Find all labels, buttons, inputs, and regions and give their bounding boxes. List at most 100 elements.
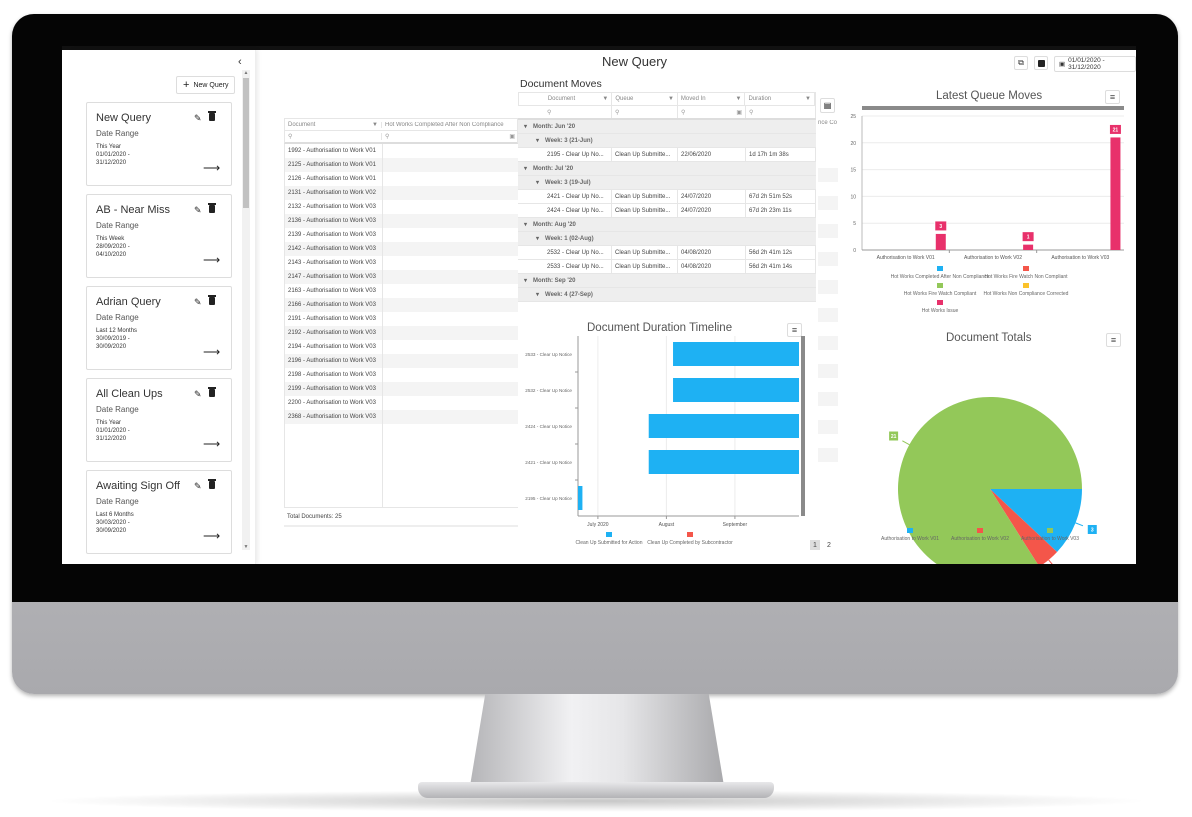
- table-row[interactable]: 2198 - Authorisation to Work V03: [285, 368, 518, 382]
- legend-swatch[interactable]: [977, 528, 983, 533]
- edit-pencil-icon[interactable]: ✎: [194, 481, 202, 492]
- week-group-row[interactable]: ▾ Week: 3 (21-Jun): [518, 134, 816, 148]
- table-row[interactable]: 1992 - Authorisation to Work V01: [285, 144, 518, 158]
- scrollbar-thumb[interactable]: [243, 78, 249, 208]
- expand-caret-icon[interactable]: ▾: [518, 235, 539, 242]
- legend-label[interactable]: Hot Works Fire Watch Compliant: [904, 291, 977, 297]
- month-group-row[interactable]: ▾ Month: Jul '20: [518, 162, 816, 176]
- open-query-arrow-icon[interactable]: ⟶: [203, 161, 220, 175]
- table-row[interactable]: 2424 - Clear Up No... Clean Up Submitte..…: [518, 204, 816, 218]
- delete-trash-icon[interactable]: [208, 295, 216, 305]
- table-row[interactable]: 2132 - Authorisation to Work V03: [285, 200, 518, 214]
- legend-label[interactable]: Hot Works Fire Watch Non Compliant: [984, 274, 1068, 280]
- date-range-button[interactable]: ▣ 01/01/2020 - 31/12/2020: [1054, 56, 1136, 72]
- table-row[interactable]: 2191 - Authorisation to Work V03: [285, 312, 518, 326]
- expand-caret-icon[interactable]: ▾: [518, 179, 539, 186]
- queue-chart-menu-button[interactable]: ≡: [1105, 90, 1120, 104]
- bar[interactable]: [1110, 137, 1121, 250]
- timeline-bar[interactable]: [648, 414, 799, 438]
- edit-pencil-icon[interactable]: ✎: [194, 389, 202, 400]
- save-button[interactable]: [1034, 56, 1048, 70]
- legend-label[interactable]: Clean Up Completed by Subcontractor: [647, 540, 733, 546]
- expand-caret-icon[interactable]: ▾: [518, 137, 539, 144]
- month-group-row[interactable]: ▾ Month: Aug '20: [518, 218, 816, 232]
- week-group-row[interactable]: ▾ Week: 1 (02-Aug): [518, 232, 816, 246]
- table-row[interactable]: 2143 - Authorisation to Work V03: [285, 256, 518, 270]
- legend-label[interactable]: Hot Works Completed After Non Compliance: [891, 274, 990, 280]
- legend-label[interactable]: Authorisation to Work V01: [881, 536, 939, 542]
- column-header-queue[interactable]: Queue ▼: [612, 93, 678, 105]
- delete-trash-icon[interactable]: [208, 387, 216, 397]
- column-header-document[interactable]: Document ▼: [285, 121, 382, 128]
- table-row[interactable]: 2166 - Authorisation to Work V03: [285, 298, 518, 312]
- query-card[interactable]: All Clean Ups Date Range This Year 01/01/20…: [86, 378, 232, 462]
- filter-icon[interactable]: ▼: [668, 96, 674, 102]
- sidebar-scrollbar[interactable]: ▲ ▼: [242, 70, 250, 550]
- open-query-arrow-icon[interactable]: ⟶: [203, 345, 220, 359]
- filter-icon[interactable]: ▼: [372, 122, 378, 128]
- query-card[interactable]: AB - Near Miss Date Range This Week 28/09/2…: [86, 194, 232, 278]
- legend-swatch[interactable]: [606, 532, 612, 537]
- table-row[interactable]: 2147 - Authorisation to Work V03: [285, 270, 518, 284]
- month-group-row[interactable]: ▾ Month: Sep '20: [518, 274, 816, 288]
- legend-swatch[interactable]: [1023, 283, 1029, 288]
- legend-swatch[interactable]: [937, 266, 943, 271]
- table-row[interactable]: 2195 - Clear Up No... Clean Up Submitte..…: [518, 148, 816, 162]
- filter-icon[interactable]: ▼: [736, 96, 742, 102]
- column-header-document[interactable]: Document ▼: [545, 93, 613, 105]
- chart-scrollbar[interactable]: [862, 106, 1124, 110]
- table-row[interactable]: 2142 - Authorisation to Work V03: [285, 242, 518, 256]
- table-row[interactable]: 2196 - Authorisation to Work V03: [285, 354, 518, 368]
- legend-label[interactable]: Clean Up Submitted for Action: [576, 540, 643, 546]
- timeline-bar[interactable]: [673, 378, 799, 402]
- moved-in-filter-input[interactable]: ⚲ ▣: [678, 106, 746, 118]
- bar[interactable]: [1023, 244, 1034, 250]
- scroll-down-icon[interactable]: ▼: [242, 544, 250, 550]
- table-row[interactable]: 2131 - Authorisation to Work V02: [285, 186, 518, 200]
- duration-filter-input[interactable]: ⚲: [746, 106, 816, 118]
- expand-caret-icon[interactable]: ▾: [518, 291, 539, 298]
- new-query-button[interactable]: + New Query: [176, 76, 236, 94]
- expand-caret-icon[interactable]: ▾: [518, 277, 527, 284]
- timeline-chart-menu-button[interactable]: ≡: [787, 323, 802, 337]
- legend-label[interactable]: Hot Works Non Compliance Corrected: [984, 291, 1069, 297]
- legend-swatch[interactable]: [907, 528, 913, 533]
- expand-caret-icon[interactable]: ▾: [518, 165, 527, 172]
- table-row[interactable]: 2533 - Clear Up No... Clean Up Submitte..…: [518, 260, 816, 274]
- chart-scrollbar[interactable]: [801, 336, 805, 516]
- edit-pencil-icon[interactable]: ✎: [194, 113, 202, 124]
- table-row[interactable]: 2194 - Authorisation to Work V03: [285, 340, 518, 354]
- filter-icon[interactable]: ▼: [805, 96, 811, 102]
- legend-swatch[interactable]: [687, 532, 693, 537]
- legend-swatch[interactable]: [937, 283, 943, 288]
- filter-icon[interactable]: ▼: [602, 96, 608, 102]
- export-button[interactable]: ⧉: [1014, 56, 1028, 70]
- table-row[interactable]: 2532 - Clear Up No... Clean Up Submitte..…: [518, 246, 816, 260]
- legend-label[interactable]: Authorisation to Work V02: [951, 536, 1009, 542]
- week-group-row[interactable]: ▾ Week: 3 (19-Jul): [518, 176, 816, 190]
- pie-chart-menu-button[interactable]: ≡: [1106, 333, 1121, 347]
- table-row[interactable]: 2368 - Authorisation to Work V03: [285, 410, 518, 424]
- export-excel-button[interactable]: ▤: [820, 98, 835, 113]
- query-card[interactable]: Awaiting Sign Off Date Range Last 6 Months…: [86, 470, 232, 554]
- column-header-moved-in[interactable]: Moved In ▼: [678, 93, 746, 105]
- hot-works-filter-input[interactable]: ⚲ ▣: [382, 133, 517, 140]
- query-card[interactable]: New Query Date Range This Year 01/01/2020 -…: [86, 102, 232, 186]
- month-group-row[interactable]: ▾ Month: Jun '20: [518, 120, 816, 134]
- legend-swatch[interactable]: [937, 300, 943, 305]
- table-row[interactable]: 2199 - Authorisation to Work V03: [285, 382, 518, 396]
- legend-swatch[interactable]: [1047, 528, 1053, 533]
- delete-trash-icon[interactable]: [208, 479, 216, 489]
- legend-label[interactable]: Authorisation to Work V03: [1021, 536, 1079, 542]
- timeline-bar[interactable]: [673, 342, 799, 366]
- query-card[interactable]: Adrian Query Date Range Last 12 Months 30/0…: [86, 286, 232, 370]
- expand-caret-icon[interactable]: ▾: [518, 221, 527, 228]
- document-filter-input[interactable]: ⚲: [544, 106, 612, 118]
- table-row[interactable]: 2126 - Authorisation to Work V01: [285, 172, 518, 186]
- table-row[interactable]: 2192 - Authorisation to Work V03: [285, 326, 518, 340]
- delete-trash-icon[interactable]: [208, 203, 216, 213]
- week-group-row[interactable]: ▾ Week: 4 (27-Sep): [518, 288, 816, 302]
- legend-label[interactable]: Hot Works Issue: [922, 308, 959, 314]
- table-row[interactable]: 2200 - Authorisation to Work V03: [285, 396, 518, 410]
- timeline-bar[interactable]: [578, 486, 583, 510]
